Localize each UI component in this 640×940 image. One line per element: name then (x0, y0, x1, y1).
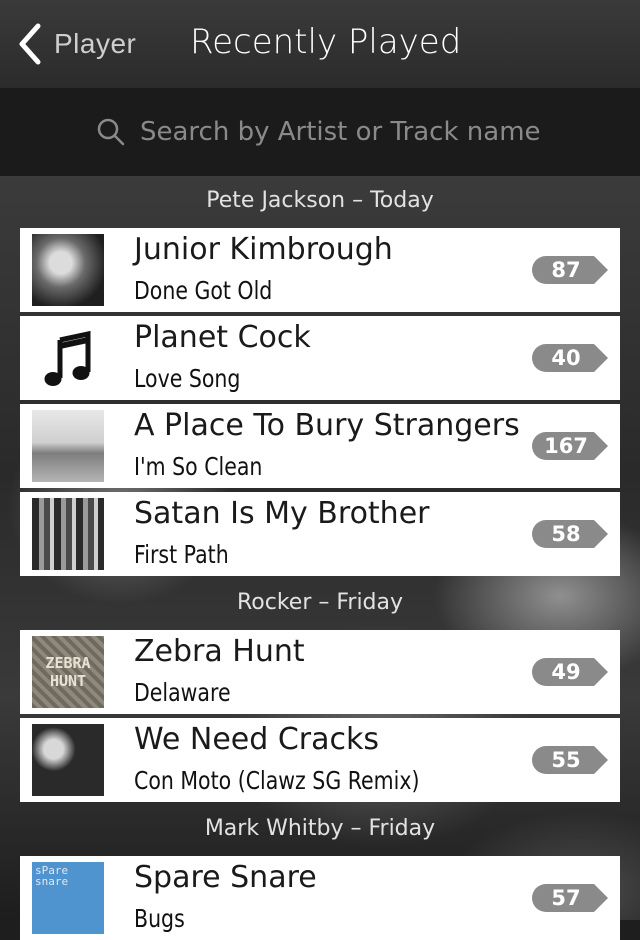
album-art: ZEBRA HUNT (32, 636, 104, 708)
search-input[interactable] (140, 117, 550, 147)
list-item[interactable]: A Place To Bury Strangers I'm So Clean 1… (20, 404, 620, 488)
play-count-badge: 58 (532, 520, 608, 548)
back-button[interactable]: Player (14, 20, 136, 68)
album-art (32, 498, 104, 570)
search-icon (97, 118, 125, 146)
album-art (32, 724, 104, 796)
navigation-bar: Player Recently Played (0, 0, 640, 88)
track-name: Bugs (134, 904, 185, 933)
list-item[interactable]: Planet Cock Love Song 40 (20, 316, 620, 400)
track-name: First Path (134, 540, 229, 569)
track-name: Done Got Old (134, 276, 273, 305)
track-name: Con Moto (Clawz SG Remix) (134, 766, 420, 795)
track-name: Love Song (134, 364, 241, 393)
artist-name: Satan Is My Brother (134, 496, 430, 531)
back-button-label: Player (54, 28, 137, 59)
play-count-badge: 87 (532, 256, 608, 284)
track-name: Delaware (134, 678, 231, 707)
music-note-icon (44, 330, 91, 386)
album-art-text: ZEBRA HUNT (45, 654, 91, 690)
chevron-left-icon (19, 23, 41, 65)
album-art (32, 234, 104, 306)
album-art (32, 410, 104, 482)
play-count-badge: 55 (532, 746, 608, 774)
artist-name: Planet Cock (134, 320, 311, 355)
search-field[interactable] (96, 106, 556, 158)
section-header: Rocker – Friday (236, 590, 404, 615)
album-art-text: sPare snare (35, 864, 69, 888)
track-name: I'm So Clean (134, 452, 263, 481)
artist-name: Zebra Hunt (134, 634, 305, 669)
list-item[interactable]: Junior Kimbrough Done Got Old 87 (20, 228, 620, 312)
artist-name: We Need Cracks (134, 722, 379, 757)
play-count-badge: 57 (532, 884, 608, 912)
play-count-badge: 167 (532, 432, 608, 460)
play-count-badge: 49 (532, 658, 608, 686)
list-item[interactable]: We Need Cracks Con Moto (Clawz SG Remix)… (20, 718, 620, 802)
play-count-badge: 40 (532, 344, 608, 372)
list-item[interactable]: ZEBRA HUNT Zebra Hunt Delaware 49 (20, 630, 620, 714)
list-item[interactable]: sPare snare Spare Snare Bugs 57 (20, 856, 620, 940)
artist-name: Junior Kimbrough (134, 232, 393, 267)
album-art (32, 322, 104, 394)
artist-name: A Place To Bury Strangers (134, 408, 520, 443)
section-header: Mark Whitby – Friday (204, 816, 436, 841)
section-header: Pete Jackson – Today (206, 188, 434, 213)
artist-name: Spare Snare (134, 860, 317, 895)
page-title: Recently Played (190, 22, 462, 62)
list-item[interactable]: Satan Is My Brother First Path 58 (20, 492, 620, 576)
album-art: sPare snare (32, 862, 104, 934)
search-bar (0, 88, 640, 176)
